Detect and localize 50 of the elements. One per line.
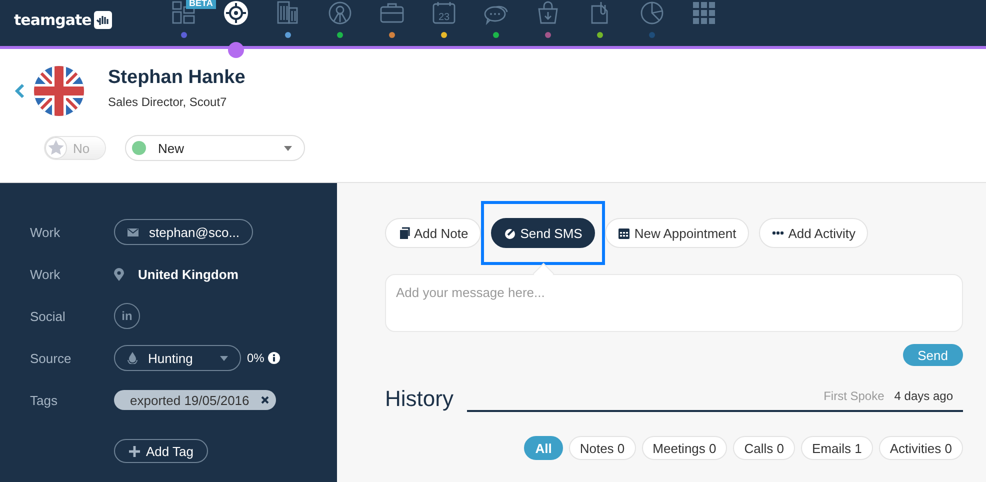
beta-badge: BETA	[186, 0, 216, 9]
flag-avatar	[34, 66, 84, 116]
logo-text: teamgate	[14, 11, 92, 29]
location-pin-icon	[114, 268, 124, 280]
action-button[interactable]: Add Activity	[759, 218, 868, 248]
shopping-bag-icon[interactable]	[536, 1, 560, 25]
target-icon[interactable]	[224, 1, 248, 25]
message-field[interactable]: Add your message here...	[385, 274, 963, 332]
action-button[interactable]: New Appointment	[605, 218, 750, 248]
calendar-icon	[618, 226, 630, 240]
pie-chart-icon[interactable]	[640, 1, 664, 25]
first-spoke-value: 4 days ago	[894, 389, 953, 403]
section-title: History	[385, 386, 454, 412]
field-label: Source	[30, 350, 72, 366]
briefcase-icon[interactable]	[380, 1, 404, 25]
field-label: Social	[30, 308, 66, 324]
filter-tab[interactable]: Notes 0	[568, 436, 636, 460]
sms-icon	[504, 226, 516, 240]
caret-icon	[220, 356, 228, 360]
linkedin-button[interactable]: in	[114, 303, 140, 329]
plus-icon	[129, 446, 140, 456]
person-icon[interactable]	[328, 1, 352, 25]
filter-tab[interactable]: Emails 1	[801, 436, 873, 460]
action-button[interactable]: Send SMS	[491, 218, 596, 248]
add-tag-button[interactable]: Add Tag	[114, 439, 208, 463]
hand-logo-icon	[94, 11, 112, 29]
location-text: United Kingdom	[138, 266, 238, 282]
probability-text: 0%	[247, 351, 264, 365]
close-icon[interactable]	[261, 396, 270, 404]
note-icon	[398, 226, 410, 240]
caret-icon	[284, 146, 292, 150]
contact-name: Stephan Hanke	[108, 67, 246, 89]
field-label: Tags	[30, 392, 58, 408]
action-button[interactable]: Add Note	[385, 218, 482, 248]
filter-tab[interactable]: Activities 0	[878, 436, 963, 460]
building-icon[interactable]	[276, 1, 300, 25]
filter-tab[interactable]: Calls 0	[733, 436, 795, 460]
first-spoke-label: First Spoke	[824, 389, 884, 403]
contact-subtitle: Sales Director, Scout7	[108, 95, 228, 109]
apps-icon[interactable]	[692, 1, 716, 25]
field-label: Work	[30, 224, 62, 240]
status-dropdown[interactable]: New	[125, 135, 305, 161]
filter-tab[interactable]: Meetings 0	[642, 436, 728, 460]
source-dropdown[interactable]: Hunting	[114, 345, 241, 371]
info-icon	[268, 352, 280, 364]
field-label: Work	[30, 266, 62, 282]
envelope-icon	[127, 228, 139, 236]
email-link[interactable]: stephan@sco...	[114, 219, 253, 245]
tag-text: exported 19/05/2016	[130, 392, 250, 408]
drop-icon	[127, 352, 138, 364]
